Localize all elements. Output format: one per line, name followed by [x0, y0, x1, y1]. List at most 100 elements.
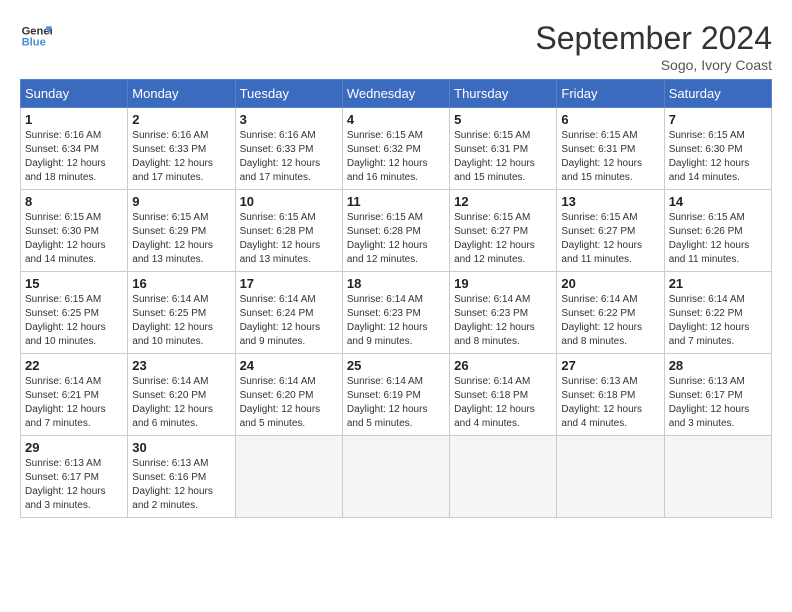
- calendar-day-cell: 24 Sunrise: 6:14 AMSunset: 6:20 PMDayligh…: [235, 354, 342, 436]
- day-number: 4: [347, 112, 445, 127]
- day-info: Sunrise: 6:15 AMSunset: 6:31 PMDaylight:…: [561, 129, 659, 185]
- day-number: 1: [25, 112, 123, 127]
- calendar-day-cell: 8 Sunrise: 6:15 AMSunset: 6:30 PMDaylight…: [21, 190, 128, 272]
- calendar-week-row: 15Sunrise: 6:15 AMSunset: 6:25 PMDayligh…: [21, 272, 772, 354]
- day-info: Sunrise: 6:16 AMSunset: 6:33 PMDaylight:…: [132, 129, 230, 185]
- title-area: September 2024 Sogo, Ivory Coast: [535, 20, 772, 73]
- day-info: Sunrise: 6:16 AMSunset: 6:33 PMDaylight:…: [240, 129, 338, 185]
- logo: General Blue: [20, 20, 52, 52]
- day-number: 17: [240, 276, 338, 291]
- day-info: Sunrise: 6:14 AMSunset: 6:22 PMDaylight:…: [561, 293, 659, 349]
- day-number: 11: [347, 194, 445, 209]
- calendar-day-cell: [664, 436, 771, 518]
- day-info: Sunrise: 6:13 AMSunset: 6:16 PMDaylight:…: [132, 457, 230, 513]
- day-number: 22: [25, 358, 123, 373]
- calendar-day-cell: 25Sunrise: 6:14 AMSunset: 6:19 PMDayligh…: [342, 354, 449, 436]
- calendar-day-cell: 16 Sunrise: 6:14 AMSunset: 6:25 PMDayligh…: [128, 272, 235, 354]
- calendar-day-cell: 20 Sunrise: 6:14 AMSunset: 6:22 PMDayligh…: [557, 272, 664, 354]
- calendar-table: SundayMondayTuesdayWednesdayThursdayFrid…: [20, 79, 772, 518]
- day-info: Sunrise: 6:13 AMSunset: 6:17 PMDaylight:…: [25, 457, 123, 513]
- day-number: 13: [561, 194, 659, 209]
- calendar-day-cell: 29Sunrise: 6:13 AMSunset: 6:17 PMDayligh…: [21, 436, 128, 518]
- calendar-week-row: 29Sunrise: 6:13 AMSunset: 6:17 PMDayligh…: [21, 436, 772, 518]
- day-info: Sunrise: 6:14 AMSunset: 6:20 PMDaylight:…: [132, 375, 230, 431]
- day-number: 26: [454, 358, 552, 373]
- calendar-day-cell: 27Sunrise: 6:13 AMSunset: 6:18 PMDayligh…: [557, 354, 664, 436]
- day-info: Sunrise: 6:15 AMSunset: 6:31 PMDaylight:…: [454, 129, 552, 185]
- calendar-day-cell: 13 Sunrise: 6:15 AMSunset: 6:27 PMDayligh…: [557, 190, 664, 272]
- calendar-day-cell: 11 Sunrise: 6:15 AMSunset: 6:28 PMDayligh…: [342, 190, 449, 272]
- calendar-day-cell: 19Sunrise: 6:14 AMSunset: 6:23 PMDayligh…: [450, 272, 557, 354]
- calendar-week-row: 1Sunrise: 6:16 AMSunset: 6:34 PMDaylight…: [21, 108, 772, 190]
- calendar-day-cell: 17 Sunrise: 6:14 AMSunset: 6:24 PMDayligh…: [235, 272, 342, 354]
- day-number: 18: [347, 276, 445, 291]
- calendar-day-cell: 12 Sunrise: 6:15 AMSunset: 6:27 PMDayligh…: [450, 190, 557, 272]
- day-info: Sunrise: 6:14 AMSunset: 6:20 PMDaylight:…: [240, 375, 338, 431]
- day-info: Sunrise: 6:14 AMSunset: 6:24 PMDaylight:…: [240, 293, 338, 349]
- calendar-day-cell: 5 Sunrise: 6:15 AMSunset: 6:31 PMDaylight…: [450, 108, 557, 190]
- day-number: 16: [132, 276, 230, 291]
- day-info: Sunrise: 6:15 AMSunset: 6:32 PMDaylight:…: [347, 129, 445, 185]
- day-number: 20: [561, 276, 659, 291]
- day-info: Sunrise: 6:15 AMSunset: 6:28 PMDaylight:…: [240, 211, 338, 267]
- calendar-day-cell: 4 Sunrise: 6:15 AMSunset: 6:32 PMDaylight…: [342, 108, 449, 190]
- day-info: Sunrise: 6:15 AMSunset: 6:27 PMDaylight:…: [561, 211, 659, 267]
- calendar-day-cell: 14 Sunrise: 6:15 AMSunset: 6:26 PMDayligh…: [664, 190, 771, 272]
- calendar-day-cell: 2 Sunrise: 6:16 AMSunset: 6:33 PMDaylight…: [128, 108, 235, 190]
- calendar-week-row: 22 Sunrise: 6:14 AMSunset: 6:21 PMDayligh…: [21, 354, 772, 436]
- calendar-day-cell: 9 Sunrise: 6:15 AMSunset: 6:29 PMDaylight…: [128, 190, 235, 272]
- calendar-day-cell: 7 Sunrise: 6:15 AMSunset: 6:30 PMDaylight…: [664, 108, 771, 190]
- calendar-day-cell: 1Sunrise: 6:16 AMSunset: 6:34 PMDaylight…: [21, 108, 128, 190]
- location-subtitle: Sogo, Ivory Coast: [535, 57, 772, 73]
- day-number: 12: [454, 194, 552, 209]
- day-info: Sunrise: 6:13 AMSunset: 6:18 PMDaylight:…: [561, 375, 659, 431]
- day-number: 2: [132, 112, 230, 127]
- day-number: 8: [25, 194, 123, 209]
- calendar-day-cell: 3Sunrise: 6:16 AMSunset: 6:33 PMDaylight…: [235, 108, 342, 190]
- weekday-header-cell: Sunday: [21, 80, 128, 108]
- day-info: Sunrise: 6:15 AMSunset: 6:26 PMDaylight:…: [669, 211, 767, 267]
- day-info: Sunrise: 6:15 AMSunset: 6:29 PMDaylight:…: [132, 211, 230, 267]
- day-info: Sunrise: 6:15 AMSunset: 6:28 PMDaylight:…: [347, 211, 445, 267]
- weekday-header-cell: Saturday: [664, 80, 771, 108]
- calendar-day-cell: 10 Sunrise: 6:15 AMSunset: 6:28 PMDayligh…: [235, 190, 342, 272]
- day-number: 30: [132, 440, 230, 455]
- day-info: Sunrise: 6:14 AMSunset: 6:21 PMDaylight:…: [25, 375, 123, 431]
- day-number: 5: [454, 112, 552, 127]
- weekday-header-cell: Wednesday: [342, 80, 449, 108]
- calendar-body: 1Sunrise: 6:16 AMSunset: 6:34 PMDaylight…: [21, 108, 772, 518]
- day-number: 9: [132, 194, 230, 209]
- weekday-header-cell: Monday: [128, 80, 235, 108]
- calendar-day-cell: [342, 436, 449, 518]
- header: General Blue September 2024 Sogo, Ivory …: [20, 20, 772, 73]
- logo-icon: General Blue: [20, 20, 52, 52]
- calendar-day-cell: 22 Sunrise: 6:14 AMSunset: 6:21 PMDayligh…: [21, 354, 128, 436]
- day-number: 7: [669, 112, 767, 127]
- day-info: Sunrise: 6:15 AMSunset: 6:25 PMDaylight:…: [25, 293, 123, 349]
- day-info: Sunrise: 6:14 AMSunset: 6:23 PMDaylight:…: [454, 293, 552, 349]
- calendar-day-cell: 15Sunrise: 6:15 AMSunset: 6:25 PMDayligh…: [21, 272, 128, 354]
- day-number: 6: [561, 112, 659, 127]
- day-info: Sunrise: 6:13 AMSunset: 6:17 PMDaylight:…: [669, 375, 767, 431]
- day-info: Sunrise: 6:14 AMSunset: 6:22 PMDaylight:…: [669, 293, 767, 349]
- day-info: Sunrise: 6:15 AMSunset: 6:30 PMDaylight:…: [25, 211, 123, 267]
- month-title: September 2024: [535, 20, 772, 57]
- weekday-header-cell: Friday: [557, 80, 664, 108]
- day-number: 24: [240, 358, 338, 373]
- calendar-day-cell: 30 Sunrise: 6:13 AMSunset: 6:16 PMDayligh…: [128, 436, 235, 518]
- day-number: 25: [347, 358, 445, 373]
- calendar-day-cell: [450, 436, 557, 518]
- svg-text:Blue: Blue: [22, 37, 46, 49]
- day-info: Sunrise: 6:15 AMSunset: 6:27 PMDaylight:…: [454, 211, 552, 267]
- day-info: Sunrise: 6:14 AMSunset: 6:18 PMDaylight:…: [454, 375, 552, 431]
- day-number: 10: [240, 194, 338, 209]
- calendar-day-cell: 6 Sunrise: 6:15 AMSunset: 6:31 PMDaylight…: [557, 108, 664, 190]
- weekday-header-row: SundayMondayTuesdayWednesdayThursdayFrid…: [21, 80, 772, 108]
- day-info: Sunrise: 6:15 AMSunset: 6:30 PMDaylight:…: [669, 129, 767, 185]
- calendar-day-cell: 26 Sunrise: 6:14 AMSunset: 6:18 PMDayligh…: [450, 354, 557, 436]
- calendar-week-row: 8 Sunrise: 6:15 AMSunset: 6:30 PMDaylight…: [21, 190, 772, 272]
- day-info: Sunrise: 6:14 AMSunset: 6:25 PMDaylight:…: [132, 293, 230, 349]
- day-number: 14: [669, 194, 767, 209]
- weekday-header-cell: Tuesday: [235, 80, 342, 108]
- calendar-day-cell: 21Sunrise: 6:14 AMSunset: 6:22 PMDayligh…: [664, 272, 771, 354]
